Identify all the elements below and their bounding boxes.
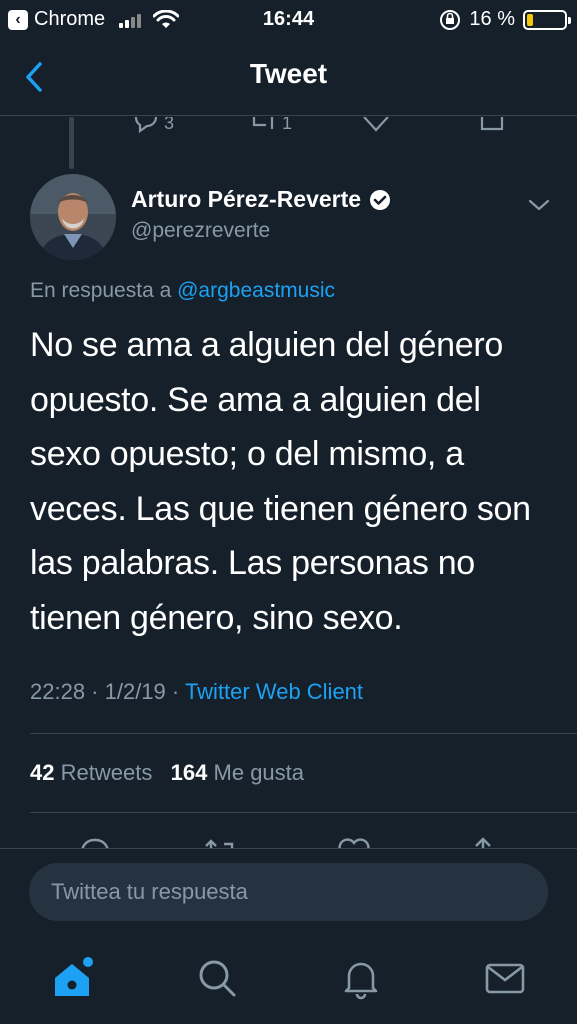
prev-share-button[interactable] (478, 117, 506, 133)
retweet-icon (252, 117, 274, 129)
previous-tweet-actions: 3 1 (0, 117, 577, 137)
retweets-stat[interactable]: 42 Retweets (30, 760, 152, 785)
tweet-text-line: veces. Las que tienen género son (30, 489, 531, 528)
avatar-photo (30, 174, 116, 260)
search-icon (199, 960, 236, 997)
heart-icon (338, 838, 370, 848)
likes-stat[interactable]: 164 Me gusta (171, 760, 304, 785)
page-title: Tweet (249, 58, 328, 89)
author-name-row: Arturo Pérez-Reverte (131, 186, 391, 213)
tab-messages[interactable] (483, 956, 527, 1000)
retweet-icon (205, 839, 234, 848)
prev-reply-count: 3 (164, 117, 175, 133)
status-bar: ‹ Chrome 16:44 16 % (0, 0, 577, 40)
share-button[interactable] (466, 836, 500, 848)
tweet-text-line: opuesto. Se ama a alguien del (30, 380, 481, 419)
tweet-meta: 22:28 · 1/2/19 · Twitter Web Client (30, 679, 363, 705)
battery-icon (523, 9, 571, 30)
thread-connector-line (69, 117, 74, 169)
share-icon (480, 117, 504, 131)
reply-icon (134, 117, 158, 133)
tweet-text-line: las palabras. Las personas no (30, 544, 475, 582)
tweet-text-line: tienen género, sino sexo. (30, 598, 403, 637)
share-icon (475, 837, 491, 848)
author-handle[interactable]: @perezreverte (131, 219, 270, 243)
home-icon (55, 957, 93, 996)
heart-icon (363, 117, 389, 132)
prev-retweet-button[interactable]: 1 (248, 117, 292, 134)
tab-notifications[interactable] (339, 956, 383, 1000)
likes-count: 164 (170, 760, 208, 785)
likes-label: Me gusta (213, 760, 305, 785)
reply-input-placeholder: Twittea tu respuesta (51, 879, 248, 904)
retweets-label: Retweets (60, 760, 153, 785)
mail-icon (485, 963, 525, 994)
reply-to-link[interactable]: @argbeastmusic (177, 279, 335, 302)
tweet-source-link[interactable]: Twitter Web Client (185, 679, 363, 704)
tweet-text: No se ama a alguien del género opuesto. … (30, 318, 555, 645)
reply-input[interactable]: Twittea tu respuesta (29, 863, 548, 921)
divider (30, 733, 577, 734)
verified-badge-icon (370, 189, 391, 210)
reply-icon (81, 838, 109, 848)
divider (30, 812, 577, 813)
prev-retweet-count: 1 (282, 117, 293, 133)
chevron-down-icon[interactable] (526, 192, 552, 218)
tab-search[interactable] (195, 956, 239, 1000)
tweet-text-line: sexo opuesto; o del mismo, a (30, 435, 464, 473)
retweet-button[interactable] (202, 836, 238, 848)
tab-home[interactable] (50, 956, 94, 1000)
tab-bar (0, 936, 577, 1024)
tweet-action-row (0, 836, 577, 848)
orientation-lock-icon (440, 9, 461, 30)
reply-button[interactable] (78, 836, 112, 848)
like-button[interactable] (337, 836, 371, 848)
retweets-count: 42 (30, 760, 55, 785)
tweet-timestamp: 22:28 · 1/2/19 · (30, 679, 180, 704)
prev-like-button[interactable] (362, 117, 390, 133)
prev-reply-button[interactable]: 3 (132, 117, 174, 134)
navigation-header: Tweet (0, 40, 577, 116)
reply-composer: Twittea tu respuesta (0, 848, 577, 936)
bell-icon (344, 962, 378, 1000)
author-name[interactable]: Arturo Pérez-Reverte (131, 186, 361, 213)
author-avatar[interactable] (30, 174, 116, 260)
tweet-text-line: No se ama a alguien del género (30, 326, 503, 364)
reply-prefix: En respuesta a (30, 279, 172, 302)
tweet-stats: 42 Retweets 164 Me gusta (30, 760, 304, 786)
battery-percent: 16 % (469, 8, 515, 30)
reply-context: En respuesta a @argbeastmusic (30, 279, 335, 303)
